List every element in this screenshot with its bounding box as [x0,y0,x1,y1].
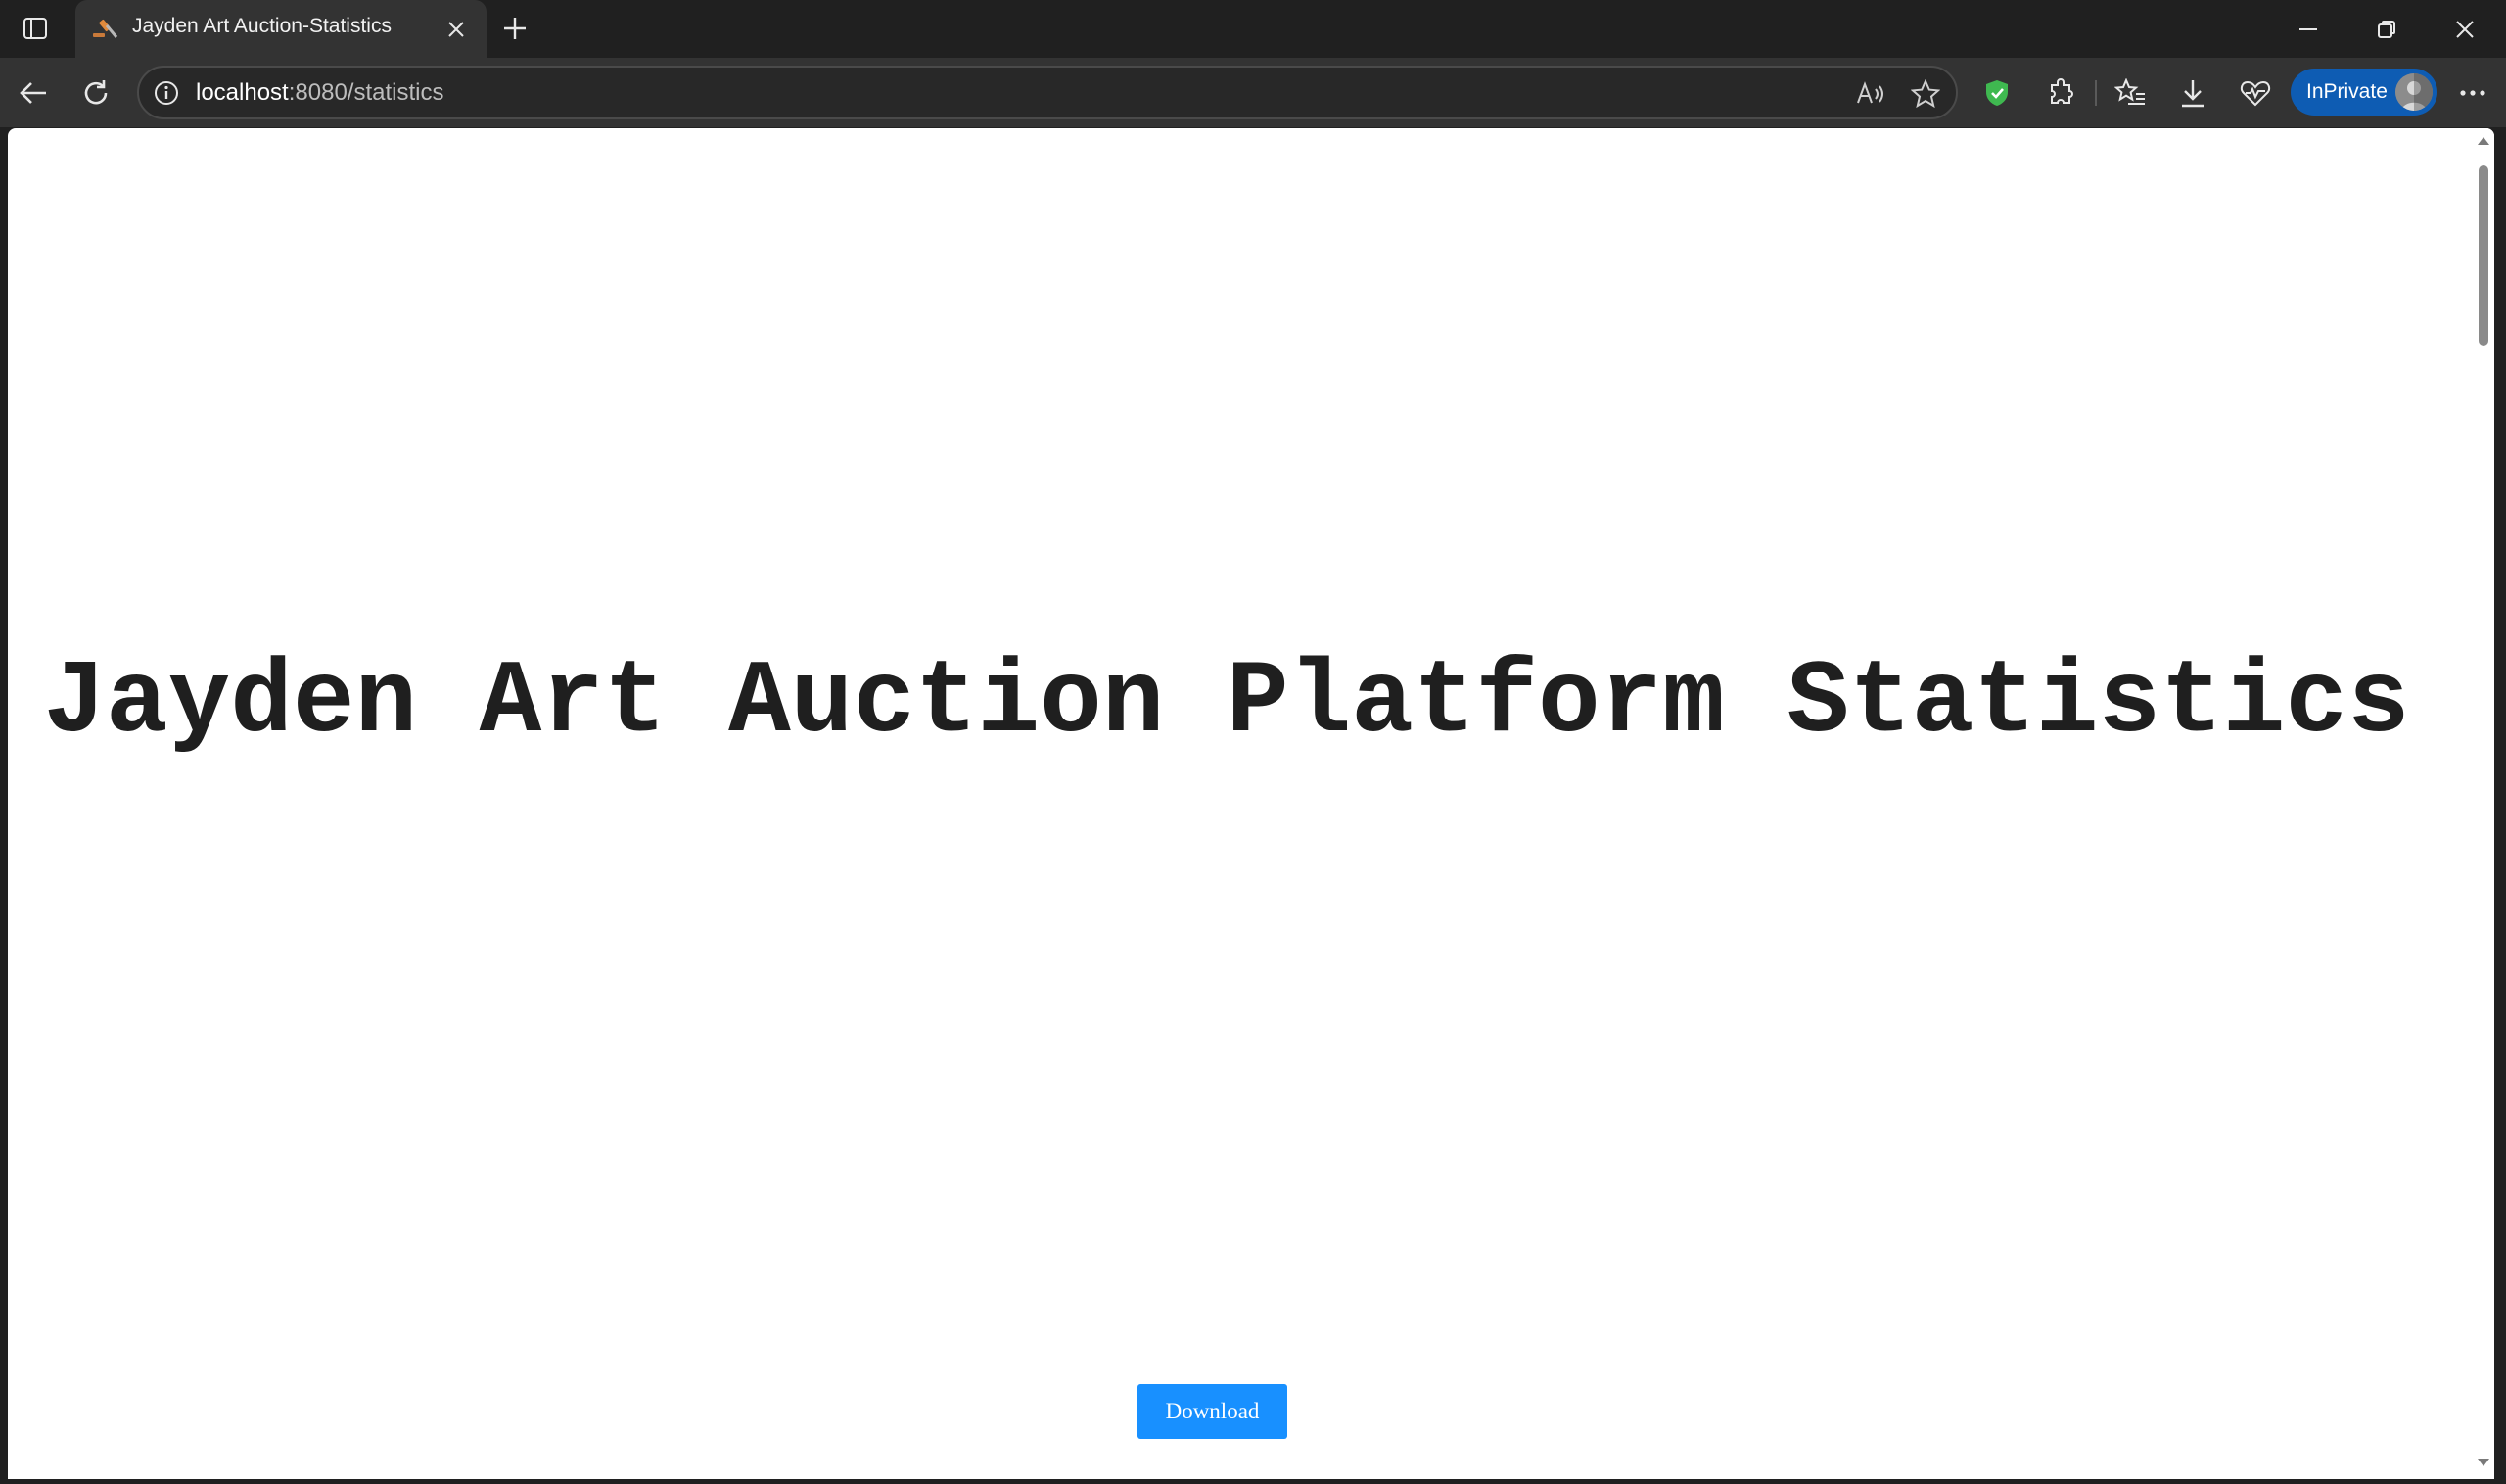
toolbar-separator [2095,80,2097,106]
url-host: localhost [196,79,289,106]
refresh-icon[interactable] [74,71,117,115]
scroll-down-arrow-icon[interactable] [2476,1456,2491,1473]
favorites-list-icon[interactable] [2109,71,2152,115]
close-icon[interactable] [441,14,472,45]
browser-essentials-icon[interactable] [2234,71,2277,115]
tab-strip: Jayden Art Auction-Statistics [0,0,2506,58]
browser-toolbar: localhost:8080/statistics InPrivate [0,58,2506,127]
more-options-icon[interactable] [2451,71,2494,115]
tab-actions-icon[interactable] [16,12,55,45]
url-text[interactable]: localhost:8080/statistics [196,79,443,107]
download-button[interactable]: Download [1137,1384,1287,1439]
inprivate-profile-button[interactable]: InPrivate [2291,69,2437,116]
address-bar[interactable]: localhost:8080/statistics [137,66,1958,119]
extensions-icon[interactable] [2040,71,2083,115]
inprivate-label: InPrivate [2306,80,2388,103]
site-info-icon[interactable] [153,79,180,107]
new-tab-icon[interactable] [497,11,533,46]
read-aloud-icon[interactable] [1852,75,1889,113]
scroll-up-arrow-icon[interactable] [2476,134,2491,152]
gavel-icon [91,16,118,41]
close-window-icon[interactable] [2437,10,2492,49]
shield-icon[interactable] [1975,71,2019,115]
page-viewport: Jayden Art Auction Platform Statistics D… [8,128,2494,1479]
page-title: Jayden Art Auction Platform Statistics [43,644,2410,762]
restore-icon[interactable] [2359,10,2414,49]
favorite-star-icon[interactable] [1907,75,1944,113]
minimize-icon[interactable] [2281,10,2336,49]
avatar [2395,73,2433,111]
back-arrow-icon[interactable] [12,71,55,115]
downloads-icon[interactable] [2171,71,2214,115]
url-path: :8080/statistics [288,79,444,106]
active-tab[interactable]: Jayden Art Auction-Statistics [75,0,487,58]
scrollbar-thumb[interactable] [2479,165,2488,346]
vertical-scrollbar[interactable] [2473,128,2494,1479]
tab-title: Jayden Art Auction-Statistics [132,15,392,37]
